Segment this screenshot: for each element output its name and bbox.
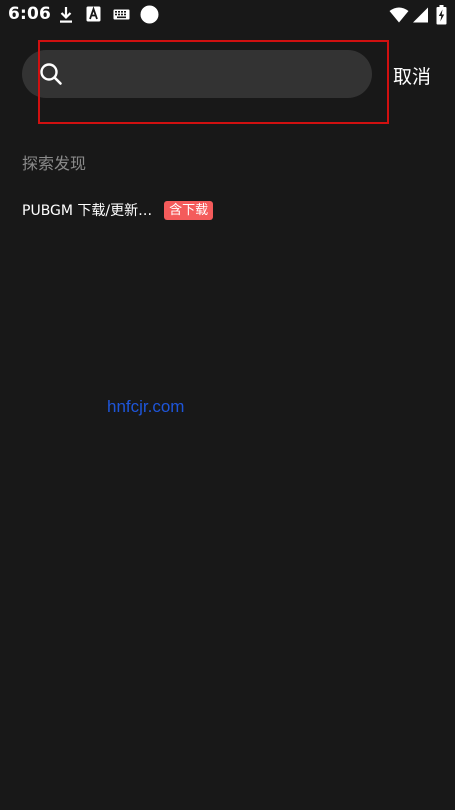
watermark-text: hnfcjr.com <box>107 397 185 416</box>
signal-icon <box>413 7 428 23</box>
search-input[interactable] <box>74 58 363 92</box>
status-bar: 6:06 <box>0 0 455 30</box>
download-icon <box>60 7 72 23</box>
keyboard-icon <box>113 9 130 20</box>
search-icon <box>40 63 62 85</box>
discover-section-title: 探索发现 <box>22 154 87 173</box>
cancel-button[interactable]: 取消 <box>393 62 431 89</box>
a-badge-icon <box>86 6 101 22</box>
download-badge: 含下载 <box>164 200 214 220</box>
status-time: 6:06 <box>8 4 52 24</box>
discover-item-label: PUBGM 下载/更新… <box>22 203 153 219</box>
battery-charging-icon <box>436 5 447 25</box>
circle-icon <box>140 5 159 24</box>
wifi-icon <box>389 7 409 23</box>
search-box[interactable] <box>22 50 372 98</box>
discover-item[interactable]: PUBGM 下载/更新… 含下载 <box>22 199 214 221</box>
search-screen: 6:06 取消 探索发现 PUBGM 下载/更新… 含下载 hnfcjr.com <box>0 0 455 810</box>
